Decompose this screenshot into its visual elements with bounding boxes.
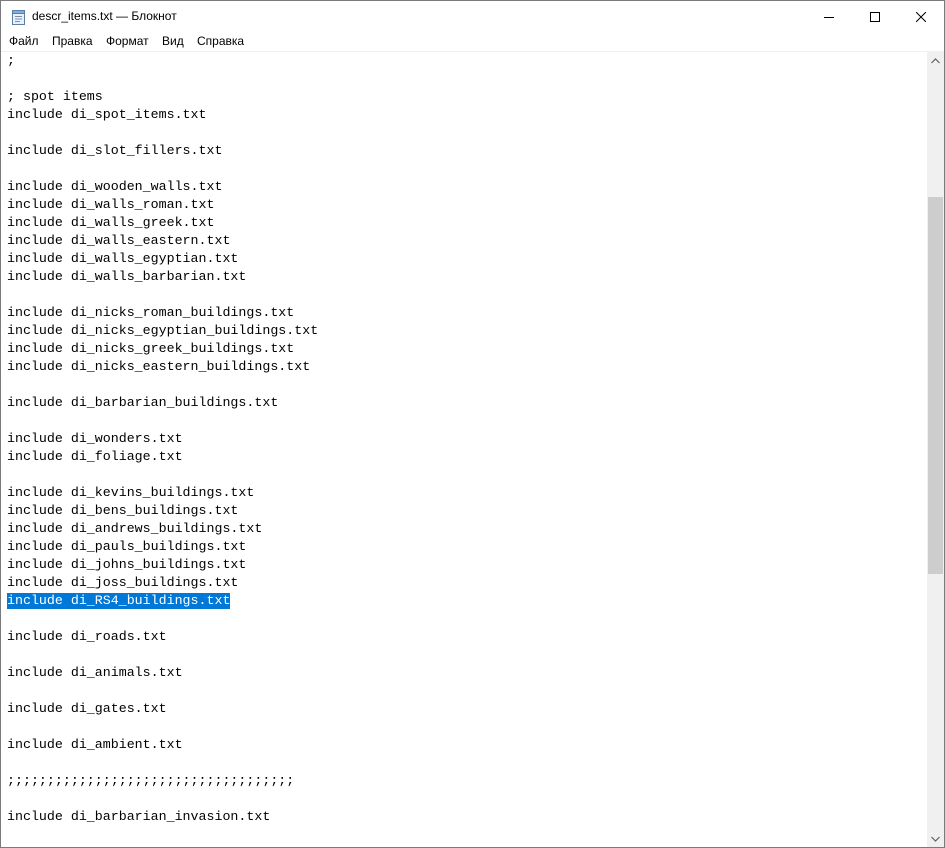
maximize-button[interactable] <box>852 1 898 32</box>
line-text: include di_bens_buildings.txt <box>7 503 239 518</box>
line-text: include di_walls_roman.txt <box>7 197 215 212</box>
maximize-icon <box>870 11 880 22</box>
vertical-scrollbar[interactable] <box>927 52 944 847</box>
text-line <box>7 790 318 808</box>
text-line <box>7 646 318 664</box>
text-line <box>7 160 318 178</box>
text-line: include di_andrews_buildings.txt <box>7 520 318 538</box>
text-line: include di_nicks_greek_buildings.txt <box>7 340 318 358</box>
minimize-icon <box>824 16 834 18</box>
text-editor-area[interactable]: ; ; spot items include di_spot_items.txtin… <box>1 52 927 847</box>
text-line: include di_walls_egyptian.txt <box>7 250 318 268</box>
line-text: include di_johns_buildings.txt <box>7 557 247 572</box>
line-text: include di_ambient.txt <box>7 737 183 752</box>
line-text: include di_nicks_eastern_buildings.txt <box>7 359 311 374</box>
text-line: include di_animals.txt <box>7 664 318 682</box>
line-text: include di_walls_barbarian.txt <box>7 269 247 284</box>
line-text: include di_wonders.txt <box>7 431 183 446</box>
line-text: include di_roads.txt <box>7 629 167 644</box>
menu-edit[interactable]: Правка <box>52 34 93 48</box>
scroll-up-button[interactable] <box>927 52 944 69</box>
text-line: ;;;;;;;;;;;;;;;;;;;;;;;;;;;;;;;;;;;; <box>7 772 318 790</box>
menu-help[interactable]: Справка <box>197 34 244 48</box>
text-line: ; spot items <box>7 88 318 106</box>
text-line <box>7 466 318 484</box>
line-text: ; spot items <box>7 89 103 104</box>
text-line: include di_roads.txt <box>7 628 318 646</box>
text-line: include di_wonders.txt <box>7 430 318 448</box>
minimize-button[interactable] <box>806 1 852 32</box>
text-line: include di_kevins_buildings.txt <box>7 484 318 502</box>
text-line <box>7 718 318 736</box>
scroll-down-arrow-icon <box>931 836 940 842</box>
text-line: include di_nicks_eastern_buildings.txt <box>7 358 318 376</box>
line-text: include di_foliage.txt <box>7 449 183 464</box>
text-line <box>7 124 318 142</box>
menu-bar: Файл Правка Формат Вид Справка <box>1 32 944 51</box>
line-text: include di_walls_greek.txt <box>7 215 215 230</box>
line-text: include di_kevins_buildings.txt <box>7 485 255 500</box>
text-line: ; <box>7 52 318 70</box>
line-text: include di_pauls_buildings.txt <box>7 539 247 554</box>
text-line <box>7 70 318 88</box>
line-text: include di_gates.txt <box>7 701 167 716</box>
line-text: include di_joss_buildings.txt <box>7 575 239 590</box>
selected-text: include di_RS4_buildings.txt <box>7 593 231 609</box>
text-line: include di_RS4_buildings.txt <box>7 592 318 610</box>
line-text: include di_walls_eastern.txt <box>7 233 231 248</box>
line-text: ; <box>7 53 15 68</box>
text-line: include di_foliage.txt <box>7 448 318 466</box>
line-text: include di_wooden_walls.txt <box>7 179 223 194</box>
text-line <box>7 376 318 394</box>
close-button[interactable] <box>898 1 944 32</box>
text-line: include di_walls_greek.txt <box>7 214 318 232</box>
text-line <box>7 412 318 430</box>
text-line <box>7 610 318 628</box>
text-line: include di_nicks_egyptian_buildings.txt <box>7 322 318 340</box>
text-line: include di_pauls_buildings.txt <box>7 538 318 556</box>
notepad-icon <box>12 10 25 25</box>
line-text: include di_walls_egyptian.txt <box>7 251 239 266</box>
text-content: ; ; spot items include di_spot_items.txtin… <box>7 52 318 826</box>
line-text: include di_barbarian_buildings.txt <box>7 395 279 410</box>
text-line <box>7 682 318 700</box>
scroll-down-button[interactable] <box>927 830 944 847</box>
text-line: include di_johns_buildings.txt <box>7 556 318 574</box>
text-line: include di_barbarian_invasion.txt <box>7 808 318 826</box>
window-title: descr_items.txt — Блокнот <box>32 9 177 23</box>
notepad-window: descr_items.txt — Блокнот Файл Правка Фо… <box>0 0 945 848</box>
line-text: ;;;;;;;;;;;;;;;;;;;;;;;;;;;;;;;;;;;; <box>7 773 295 788</box>
scroll-up-arrow-icon <box>931 57 940 63</box>
line-text: include di_andrews_buildings.txt <box>7 521 263 536</box>
line-text: include di_nicks_roman_buildings.txt <box>7 305 295 320</box>
text-line <box>7 754 318 772</box>
line-text: include di_spot_items.txt <box>7 107 207 122</box>
text-line: include di_joss_buildings.txt <box>7 574 318 592</box>
text-line: include di_walls_barbarian.txt <box>7 268 318 286</box>
text-line: include di_barbarian_buildings.txt <box>7 394 318 412</box>
line-text: include di_nicks_greek_buildings.txt <box>7 341 295 356</box>
line-text: include di_nicks_egyptian_buildings.txt <box>7 323 319 338</box>
text-line: include di_wooden_walls.txt <box>7 178 318 196</box>
text-line: include di_spot_items.txt <box>7 106 318 124</box>
line-text: include di_slot_fillers.txt <box>7 143 223 158</box>
text-line: include di_ambient.txt <box>7 736 318 754</box>
text-line: include di_walls_roman.txt <box>7 196 318 214</box>
menu-view[interactable]: Вид <box>162 34 184 48</box>
menu-file[interactable]: Файл <box>9 34 39 48</box>
scroll-thumb[interactable] <box>928 197 943 574</box>
text-line: include di_nicks_roman_buildings.txt <box>7 304 318 322</box>
text-line <box>7 286 318 304</box>
menu-format[interactable]: Формат <box>106 34 149 48</box>
line-text: include di_animals.txt <box>7 665 183 680</box>
line-text: include di_barbarian_invasion.txt <box>7 809 271 824</box>
text-line: include di_gates.txt <box>7 700 318 718</box>
text-line: include di_slot_fillers.txt <box>7 142 318 160</box>
title-bar[interactable]: descr_items.txt — Блокнот <box>1 1 944 32</box>
text-line: include di_bens_buildings.txt <box>7 502 318 520</box>
close-icon <box>916 11 926 22</box>
text-line: include di_walls_eastern.txt <box>7 232 318 250</box>
